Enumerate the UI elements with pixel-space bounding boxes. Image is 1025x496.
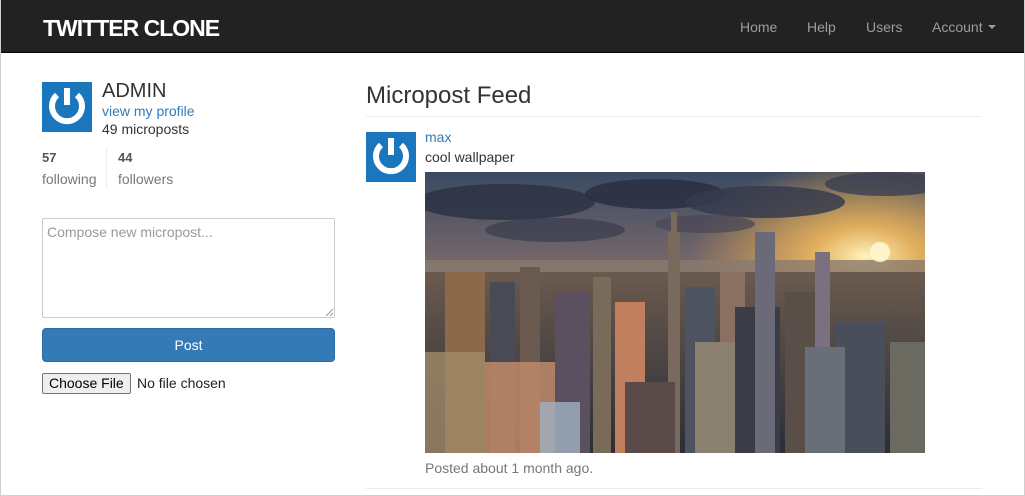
post-avatar[interactable] [366,132,416,182]
city-skyline-image [425,172,925,453]
followers-stat[interactable]: 44 followers [118,150,173,188]
nav-users[interactable]: Users [866,18,903,36]
navbar: TWITTER CLONE Home Help Users Account [0,0,1025,53]
file-status: No file chosen [137,375,226,391]
followers-label: followers [118,171,174,187]
post-timestamp: Posted about 1 month ago. [425,460,594,476]
following-stat[interactable]: 57 following [42,150,96,188]
followers-count: 44 [118,150,133,165]
post-image[interactable] [425,172,925,453]
micropost-count: 49 microposts [102,121,190,137]
feed-title: Micropost Feed [366,82,532,109]
stats-divider [106,148,107,188]
post-content: cool wallpaper [425,149,515,165]
nav-home[interactable]: Home [740,18,777,36]
following-label: following [42,171,97,187]
nav-help[interactable]: Help [807,18,836,36]
choose-file-button[interactable]: Choose File [42,373,131,394]
user-name: ADMIN [102,80,167,102]
nav-account-label: Account [932,19,983,35]
power-icon [366,132,416,182]
nav-account-dropdown[interactable]: Account [932,18,996,36]
resize-handle-icon[interactable] [325,308,334,317]
feed-divider-bottom [366,488,982,489]
power-icon [42,82,92,132]
brand-logo[interactable]: TWITTER CLONE [43,14,220,42]
post-button[interactable]: Post [42,328,335,362]
following-count: 57 [42,150,57,165]
user-avatar[interactable] [42,82,92,132]
feed-divider [366,116,982,117]
compose-micropost-input[interactable] [42,218,335,318]
post-user-link[interactable]: max [425,129,451,146]
view-profile-link[interactable]: view my profile [102,103,195,120]
caret-down-icon [987,25,996,30]
